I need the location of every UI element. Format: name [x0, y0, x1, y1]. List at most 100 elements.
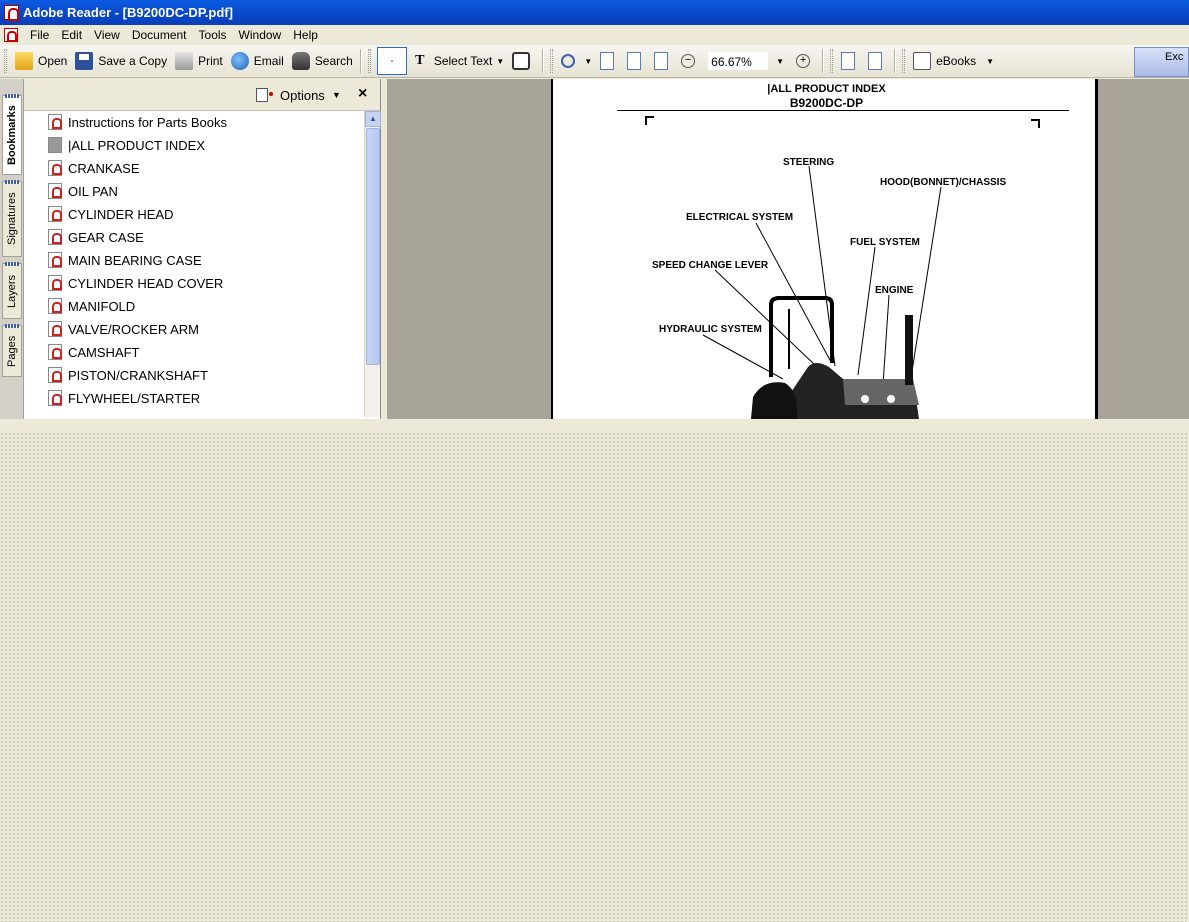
tab-layers[interactable]: Layers — [2, 263, 22, 319]
toolbar-grip[interactable] — [902, 49, 906, 73]
fit-page-button[interactable] — [623, 48, 650, 74]
chevron-down-icon[interactable]: ▼ — [584, 57, 592, 66]
save-copy-button[interactable]: Save a Copy — [71, 48, 171, 74]
rotate-clockwise-button[interactable] — [837, 48, 864, 74]
bookmark-item[interactable]: MANIFOLD — [48, 296, 135, 316]
actual-size-page-icon — [600, 52, 615, 70]
menu-edit[interactable]: Edit — [55, 28, 88, 42]
bookmark-scrollbar[interactable]: ▲ — [364, 111, 381, 417]
tractor-illustration — [751, 296, 919, 419]
bookmark-item[interactable]: Instructions for Parts Books — [48, 112, 227, 132]
ebooks-icon — [913, 52, 932, 70]
label-hood-chassis: HOOD(BONNET)/CHASSIS — [880, 177, 1007, 188]
snapshot-button[interactable] — [508, 48, 539, 74]
pdf-page-icon — [48, 252, 62, 268]
chevron-down-icon[interactable]: ▼ — [332, 90, 341, 100]
bookmark-item[interactable]: |ALL PRODUCT INDEX — [48, 135, 205, 155]
tab-signatures[interactable]: Signatures — [2, 181, 22, 257]
menu-file[interactable]: File — [24, 28, 55, 42]
menu-window[interactable]: Window — [233, 28, 288, 42]
window-title: Adobe Reader - [B9200DC-DP.pdf] — [23, 5, 233, 20]
select-text-button[interactable]: T Select Text ▼ — [407, 48, 508, 74]
toolbar-grip[interactable] — [4, 49, 7, 73]
pdf-page-icon — [48, 229, 62, 245]
search-label: Search — [314, 54, 353, 68]
bookmark-item[interactable]: PISTON/CRANKSHAFT — [48, 365, 208, 385]
rotate-counterclockwise-icon — [868, 52, 883, 70]
menu-help[interactable]: Help — [287, 28, 324, 42]
minus-circle-icon: − — [681, 54, 696, 68]
toolbar-grip[interactable] — [830, 49, 834, 73]
chevron-down-icon[interactable]: ▼ — [986, 57, 994, 66]
label-hydraulic-system: HYDRAULIC SYSTEM — [659, 324, 762, 335]
bookmark-label: CYLINDER HEAD COVER — [68, 275, 224, 291]
email-button[interactable]: Email — [227, 48, 288, 74]
bookmark-item[interactable]: MAIN BEARING CASE — [48, 250, 202, 270]
scroll-up-arrow-icon[interactable]: ▲ — [365, 111, 381, 127]
bookmark-label: OIL PAN — [68, 183, 118, 199]
hand-tool-button[interactable] — [376, 47, 407, 75]
bookmark-item[interactable]: CAMSHAFT — [48, 342, 140, 362]
menu-bar: File Edit View Document Tools Window Hel… — [0, 25, 1189, 45]
tab-bookmarks[interactable]: Bookmarks — [2, 95, 22, 175]
print-button[interactable]: Print — [171, 48, 227, 74]
menu-document[interactable]: Document — [126, 28, 193, 42]
document-menu-icon[interactable] — [4, 28, 18, 42]
save-disk-icon — [75, 52, 94, 70]
print-label: Print — [198, 54, 223, 68]
tab-pages[interactable]: Pages — [2, 325, 22, 377]
select-text-label: Select Text — [433, 54, 493, 68]
search-button[interactable]: Search — [288, 48, 357, 74]
toolbar-grip[interactable] — [550, 49, 554, 73]
bookmark-label: GEAR CASE — [68, 229, 144, 245]
label-speed-change-lever: SPEED CHANGE LEVER — [652, 260, 769, 271]
actual-size-button[interactable] — [596, 48, 623, 74]
pdf-page-icon — [48, 321, 62, 337]
bookmark-label: CYLINDER HEAD — [68, 206, 174, 222]
scrollbar-thumb[interactable] — [366, 128, 380, 365]
bookmark-label: VALVE/ROCKER ARM — [68, 321, 199, 337]
pdf-page-icon — [48, 275, 62, 291]
bookmark-label: |ALL PRODUCT INDEX — [68, 137, 206, 153]
bookmark-item[interactable]: GEAR CASE — [48, 227, 144, 247]
binoculars-icon — [291, 52, 310, 70]
rotate-counterclockwise-button[interactable] — [864, 48, 891, 74]
chevron-down-icon[interactable]: ▼ — [776, 57, 784, 66]
ebooks-label: eBooks — [936, 54, 977, 68]
bookmark-label: CRANKASE — [68, 160, 140, 176]
document-view[interactable]: |ALL PRODUCT INDEX B9200DC-DP STEERING H… — [381, 79, 1189, 419]
fit-width-icon — [654, 52, 669, 70]
bookmark-item[interactable]: VALVE/ROCKER ARM — [48, 319, 199, 339]
bookmark-label: MAIN BEARING CASE — [68, 252, 202, 268]
zoom-out-button[interactable]: − — [677, 48, 704, 74]
pdf-page-icon — [48, 114, 62, 130]
bookmark-item[interactable]: OIL PAN — [48, 181, 118, 201]
options-menu-icon[interactable] — [256, 88, 273, 102]
excel-banner-button[interactable]: Exc — [1134, 47, 1189, 77]
zoom-in-button[interactable]: + — [792, 48, 819, 74]
zoom-tool-button[interactable]: ▼ — [557, 48, 596, 74]
printer-icon — [175, 52, 194, 70]
toolbar-grip[interactable] — [367, 49, 371, 73]
bookmark-item[interactable]: FLYWHEEL/STARTER — [48, 388, 200, 408]
menu-tools[interactable]: Tools — [193, 28, 233, 42]
fit-width-button[interactable] — [650, 48, 677, 74]
chevron-down-icon[interactable]: ▼ — [496, 57, 504, 66]
camera-icon — [512, 52, 531, 70]
zoom-level-input[interactable]: 66.67% — [708, 52, 769, 70]
close-panel-icon[interactable]: × — [358, 85, 367, 103]
options-menu-button[interactable]: Options — [280, 88, 325, 103]
rotate-clockwise-icon — [841, 52, 856, 70]
open-folder-icon — [15, 52, 33, 70]
plus-circle-icon: + — [796, 54, 811, 68]
bookmark-item[interactable]: CYLINDER HEAD — [48, 204, 173, 224]
label-fuel-system: FUEL SYSTEM — [850, 237, 920, 248]
title-bar: Adobe Reader - [B9200DC-DP.pdf] — [0, 0, 1189, 25]
bookmark-item[interactable]: CYLINDER HEAD COVER — [48, 273, 223, 293]
email-globe-icon — [230, 52, 249, 70]
bookmark-item[interactable]: CRANKASE — [48, 158, 140, 178]
ebooks-button[interactable]: eBooks ▼ — [909, 48, 998, 74]
menu-view[interactable]: View — [88, 28, 126, 42]
open-button[interactable]: Open — [11, 48, 71, 74]
pdf-page-icon — [48, 367, 62, 383]
